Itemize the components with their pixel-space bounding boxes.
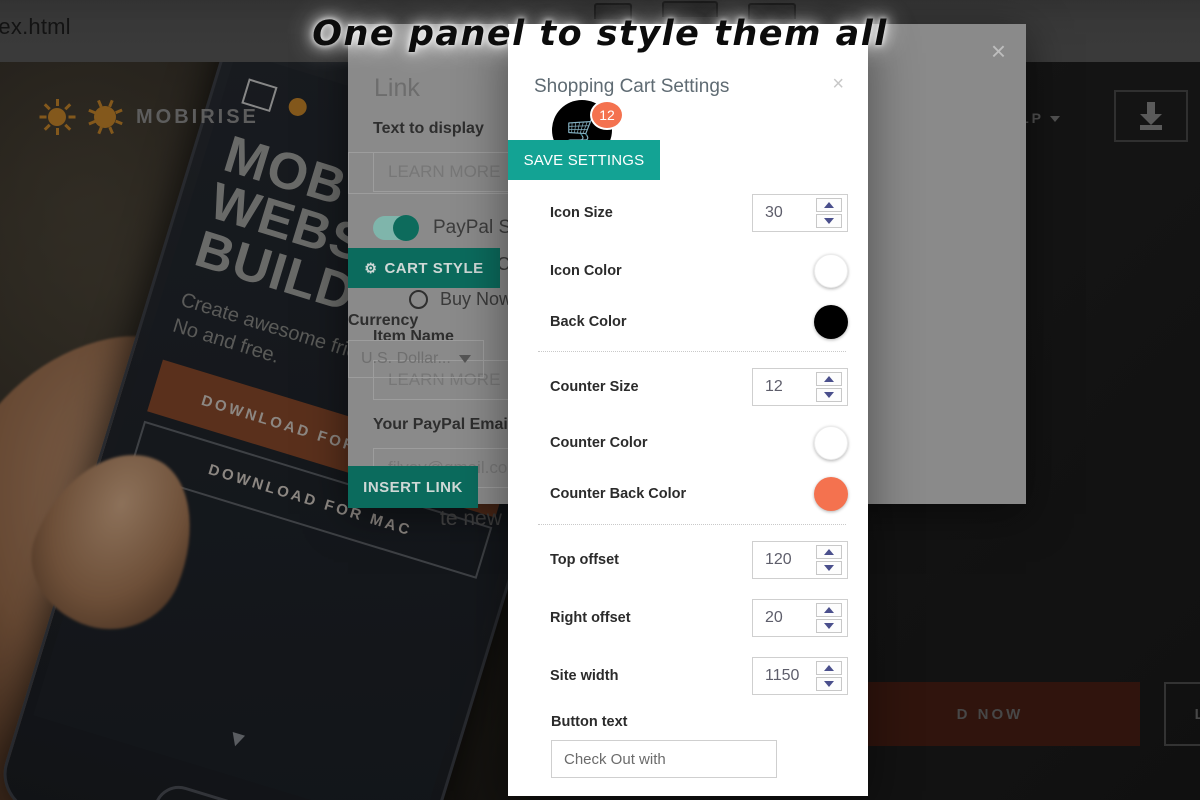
button-text-label: Button text — [551, 714, 628, 730]
stepper-arrows[interactable] — [816, 545, 842, 575]
stepper-arrows[interactable] — [816, 603, 842, 633]
stepper-up-icon[interactable] — [816, 372, 842, 386]
stepper-up-icon[interactable] — [816, 198, 842, 212]
insert-link-button[interactable]: INSERT LINK — [348, 466, 478, 508]
setting-label: Counter Color — [550, 435, 648, 451]
stepper-down-icon[interactable] — [816, 388, 842, 402]
right-offset-stepper[interactable]: 20 — [752, 599, 848, 637]
setting-row-top-offset: Top offset 120 — [550, 541, 848, 579]
stepper-arrows[interactable] — [816, 198, 842, 228]
icon-color-swatch[interactable] — [814, 254, 848, 288]
setting-label: Counter Size — [550, 379, 639, 395]
counter-color-swatch[interactable] — [814, 426, 848, 460]
divider — [538, 351, 846, 352]
setting-row-counter-back-color: Counter Back Color — [550, 477, 848, 511]
currency-field: Currency U.S. Dollar... — [348, 312, 484, 378]
setting-label: Back Color — [550, 314, 627, 330]
close-icon[interactable]: × — [991, 38, 1006, 64]
back-color-swatch[interactable] — [814, 305, 848, 339]
shopping-cart-settings-dialog: Shopping Cart Settings × 🛒 12 SAVE SETTI… — [508, 24, 868, 796]
setting-row-site-width: Site width 1150 — [550, 657, 848, 695]
currency-label: Currency — [348, 312, 419, 329]
setting-row-icon-size: Icon Size 30 — [550, 194, 848, 232]
currency-value: U.S. Dollar... — [361, 350, 451, 367]
icon-size-value[interactable]: 30 — [753, 204, 816, 222]
setting-row-counter-color: Counter Color — [550, 426, 848, 460]
stepper-down-icon[interactable] — [816, 677, 842, 691]
chevron-down-icon — [459, 355, 471, 363]
counter-back-color-swatch[interactable] — [814, 477, 848, 511]
top-offset-stepper[interactable]: 120 — [752, 541, 848, 579]
icon-size-stepper[interactable]: 30 — [752, 194, 848, 232]
stepper-down-icon[interactable] — [816, 561, 842, 575]
link-dialog-title: Link — [374, 74, 420, 102]
setting-row-icon-color: Icon Color — [550, 254, 848, 288]
divider — [538, 524, 846, 525]
counter-size-stepper[interactable]: 12 — [752, 368, 848, 406]
setting-row-counter-size: Counter Size 12 — [550, 368, 848, 406]
button-text-field: Button text Check Out with — [551, 714, 777, 778]
setting-label: Counter Back Color — [550, 486, 687, 502]
setting-row-right-offset: Right offset 20 — [550, 599, 848, 637]
site-width-stepper[interactable]: 1150 — [752, 657, 848, 695]
setting-label: Top offset — [550, 552, 619, 568]
radio-icon[interactable] — [409, 290, 428, 309]
stepper-up-icon[interactable] — [816, 603, 842, 617]
stepper-down-icon[interactable] — [816, 214, 842, 228]
counter-size-value[interactable]: 12 — [753, 378, 816, 396]
save-settings-button[interactable]: SAVE SETTINGS — [508, 140, 660, 180]
button-text-input[interactable]: Check Out with — [551, 740, 777, 778]
stepper-down-icon[interactable] — [816, 619, 842, 633]
cart-style-label: CART STYLE — [384, 259, 484, 277]
cart-counter-badge: 12 — [590, 100, 624, 130]
setting-label: Icon Size — [550, 205, 613, 221]
close-icon[interactable]: × — [832, 74, 844, 94]
stepper-arrows[interactable] — [816, 372, 842, 402]
stepper-up-icon[interactable] — [816, 661, 842, 675]
stepper-arrows[interactable] — [816, 661, 842, 691]
setting-label: Icon Color — [550, 263, 622, 279]
setting-row-back-color: Back Color — [550, 305, 848, 339]
stepper-up-icon[interactable] — [816, 545, 842, 559]
currency-select[interactable]: U.S. Dollar... — [348, 340, 484, 378]
gear-icon: ⚙ — [364, 259, 378, 276]
app-root: MOB WEBS BUILD Create awesome friendly web… — [0, 0, 1200, 800]
setting-label: Right offset — [550, 610, 631, 626]
cart-style-button[interactable]: ⚙ CART STYLE — [348, 248, 500, 288]
setting-label: Site width — [550, 668, 619, 684]
right-offset-value[interactable]: 20 — [753, 609, 816, 627]
site-width-value[interactable]: 1150 — [753, 667, 816, 685]
top-offset-value[interactable]: 120 — [753, 551, 816, 569]
cart-dialog-title: Shopping Cart Settings — [534, 76, 730, 97]
paypal-shop-toggle[interactable] — [373, 215, 419, 241]
radio-buy-now-label: Buy Now — [440, 289, 513, 309]
